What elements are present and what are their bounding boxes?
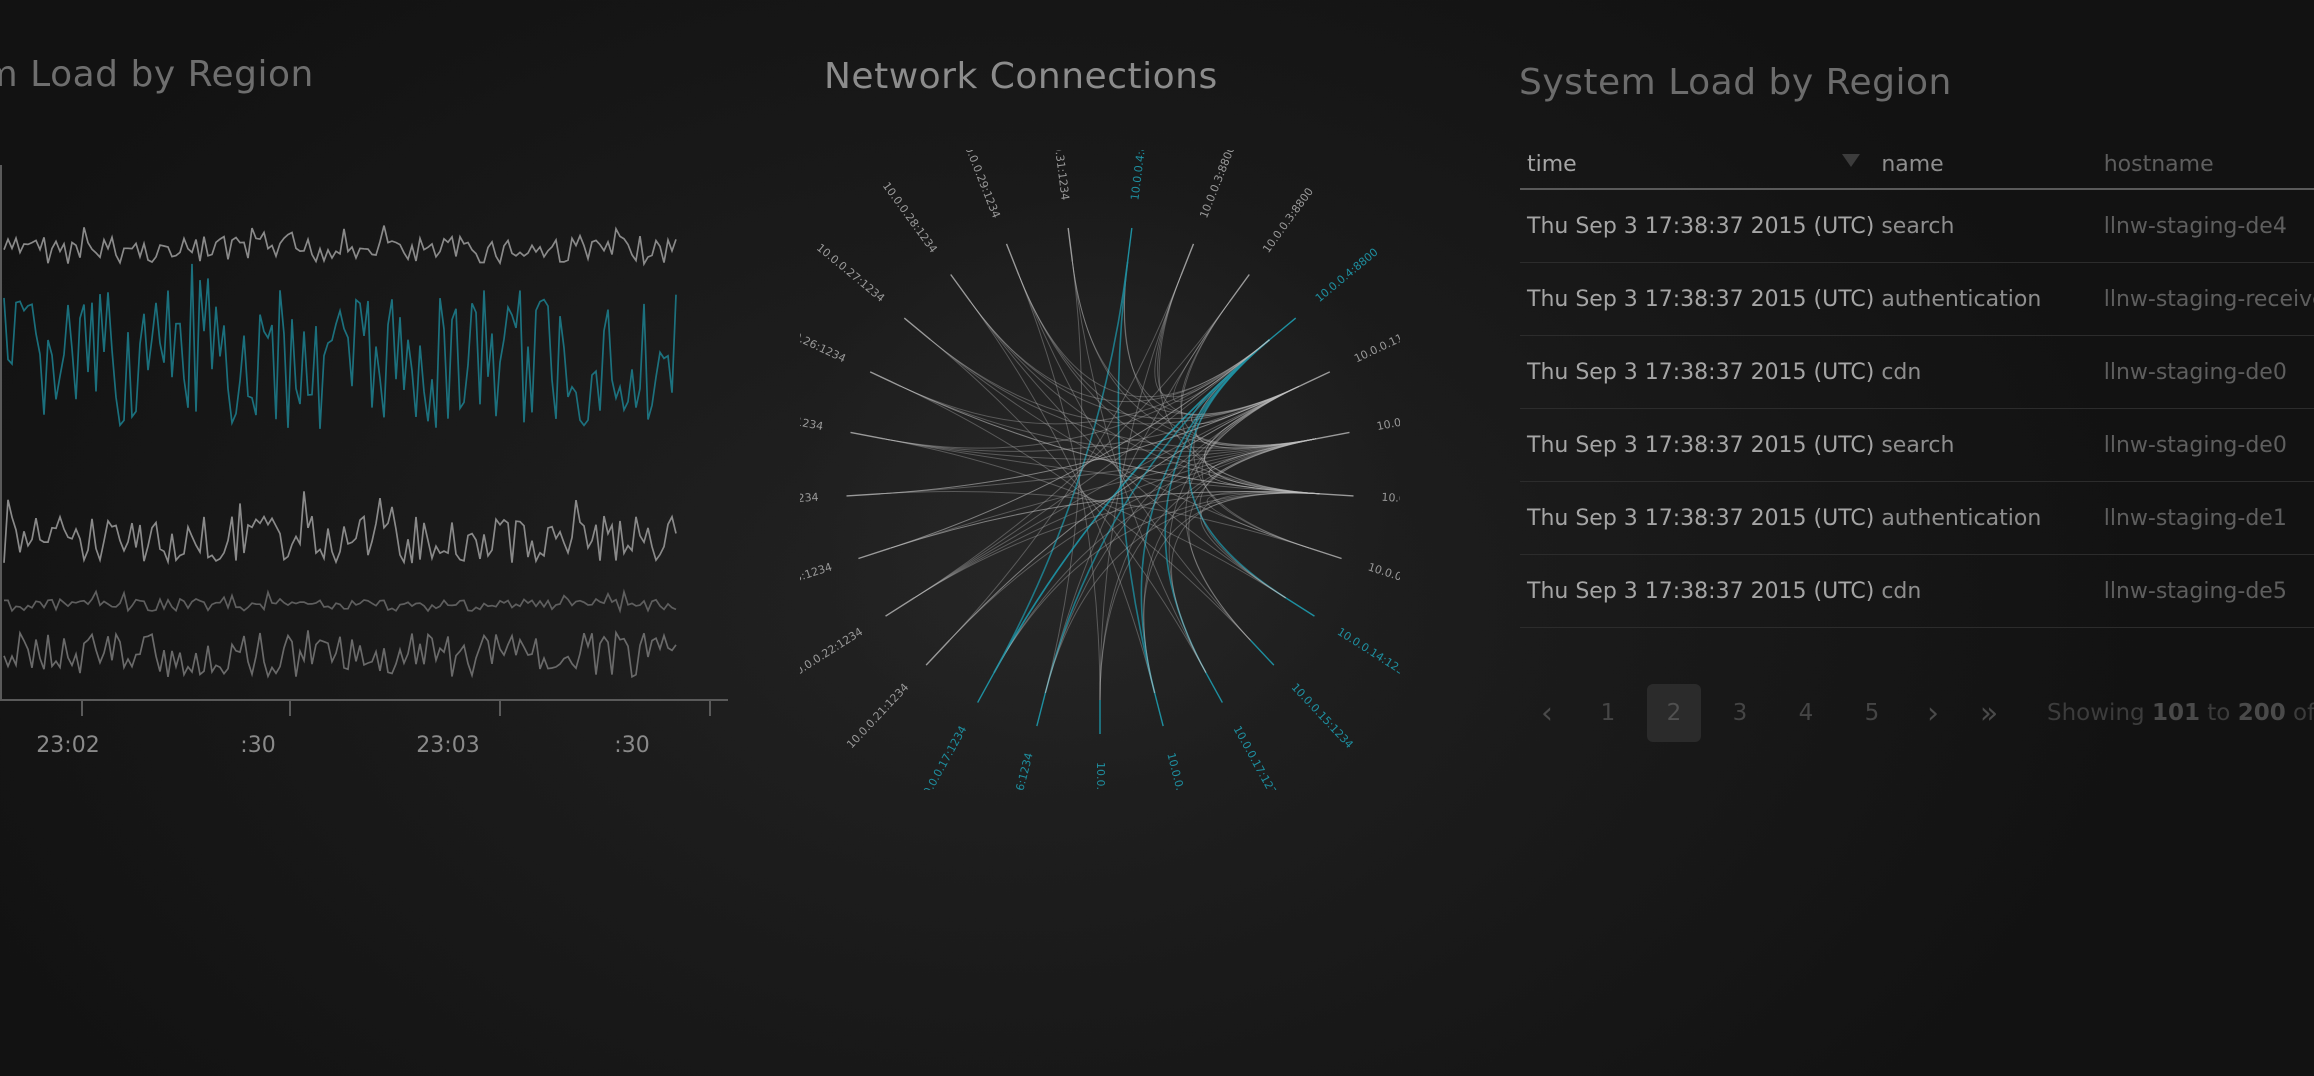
node-label[interactable]: 10.0.0.28:1234: [880, 180, 940, 256]
chevron-right-icon[interactable]: ›: [1911, 684, 1955, 742]
load-series-1: [3, 225, 677, 267]
column-header-time[interactable]: time: [1520, 140, 1875, 190]
table-row[interactable]: Thu Sep 3 17:38:37 2015 (UTC) cdn llnw-s…: [1520, 335, 2314, 409]
cell-hostname: llnw-staging-de1: [2096, 481, 2314, 555]
x-tick-label: 23:03: [416, 733, 479, 758]
table-row[interactable]: Thu Sep 3 17:38:37 2015 (UTC) authentica…: [1520, 481, 2314, 555]
showing-to: 200: [2237, 700, 2286, 726]
pagination-showing-text: Showing 101 to 200 of 958: [2047, 700, 2314, 726]
table-header-row: time name hostname: [1520, 140, 2314, 190]
x-tick-label: :30: [614, 733, 649, 758]
system-load-table-container: time name hostname Thu Sep 3 17:38:37 20…: [1520, 140, 2314, 628]
cell-name: search: [1874, 189, 2097, 263]
cell-name: authentication: [1874, 262, 2097, 336]
cell-time: Thu Sep 3 17:38:37 2015 (UTC): [1520, 554, 1875, 628]
page-button-1[interactable]: 1: [1581, 684, 1635, 742]
table-row[interactable]: Thu Sep 3 17:38:37 2015 (UTC) authentica…: [1520, 262, 2314, 336]
cell-time: Thu Sep 3 17:38:37 2015 (UTC): [1520, 481, 1875, 555]
cell-name: search: [1874, 408, 2097, 482]
page-button-2-active[interactable]: 2: [1647, 684, 1701, 742]
table-row[interactable]: Thu Sep 3 17:38:37 2015 (UTC) cdn llnw-s…: [1520, 554, 2314, 628]
page-button-3[interactable]: 3: [1713, 684, 1767, 742]
cell-hostname: llnw-staging-de4: [2096, 189, 2314, 263]
cell-name: cdn: [1874, 554, 2097, 628]
column-header-name[interactable]: name: [1874, 140, 2097, 190]
column-header-hostname[interactable]: hostname: [2096, 140, 2314, 190]
x-tick-label: :30: [240, 733, 275, 758]
node-label[interactable]: 10.0.0.14:1234: [1094, 762, 1107, 790]
chevron-left-icon[interactable]: ‹: [1525, 684, 1569, 742]
left-panel-title: em Load by Region: [0, 54, 314, 95]
system-load-table-title: System Load by Region: [1519, 62, 1952, 103]
network-connections-chord-diagram: 10.0.0.4:8800 10.0.0.3:880010.0.0.3:88001…: [800, 150, 1400, 790]
cell-name: cdn: [1874, 335, 2097, 409]
load-series-2: [3, 263, 677, 429]
cell-time: Thu Sep 3 17:38:37 2015 (UTC): [1520, 408, 1875, 482]
cell-time: Thu Sep 3 17:38:37 2015 (UTC): [1520, 335, 1875, 409]
pagination: ‹ 1 2 3 4 5 › » Showing 101 to 200 of 95…: [1525, 684, 2314, 742]
showing-from: 101: [2151, 700, 2200, 726]
sort-descending-icon[interactable]: [1842, 154, 1861, 167]
cell-hostname: llnw-staging-de0: [2096, 408, 2314, 482]
cell-time: Thu Sep 3 17:38:37 2015 (UTC): [1520, 262, 1875, 336]
cell-time: Thu Sep 3 17:38:37 2015 (UTC): [1520, 189, 1875, 263]
system-load-table: time name hostname Thu Sep 3 17:38:37 20…: [1520, 140, 2314, 628]
load-series-4: [4, 588, 677, 614]
node-label[interactable]: 10.0.0.21:1234: [844, 681, 911, 751]
cell-hostname: llnw-staging-de0: [2096, 335, 2314, 409]
node-label[interactable]: 10.0.0.15:1234: [1289, 681, 1356, 751]
cell-hostname: llnw-staging-de5: [2096, 554, 2314, 628]
column-header-label: time: [1527, 151, 1577, 177]
node-label[interactable]: 10.0.0.27:1234: [814, 241, 887, 305]
node-label[interactable]: 10.0.0.3:8800: [1260, 185, 1316, 255]
page-button-4[interactable]: 4: [1779, 684, 1833, 742]
cell-hostname: llnw-staging-receive: [2096, 262, 2314, 336]
system-load-line-chart: 23:02 :30 23:03 :30: [0, 165, 728, 758]
node-label[interactable]: 10.0.0.4:8800: [1313, 246, 1381, 305]
double-chevron-right-icon[interactable]: »: [1967, 684, 2011, 742]
load-series-5: [3, 629, 677, 679]
load-series-3: [3, 491, 677, 566]
table-row[interactable]: Thu Sep 3 17:38:37 2015 (UTC) search lln…: [1520, 189, 2314, 263]
x-tick-label: 23:02: [36, 733, 99, 758]
table-row[interactable]: Thu Sep 3 17:38:37 2015 (UTC) search lln…: [1520, 408, 2314, 482]
page-button-5[interactable]: 5: [1845, 684, 1899, 742]
cell-name: authentication: [1874, 481, 2097, 555]
network-connections-title: Network Connections: [824, 56, 1218, 97]
